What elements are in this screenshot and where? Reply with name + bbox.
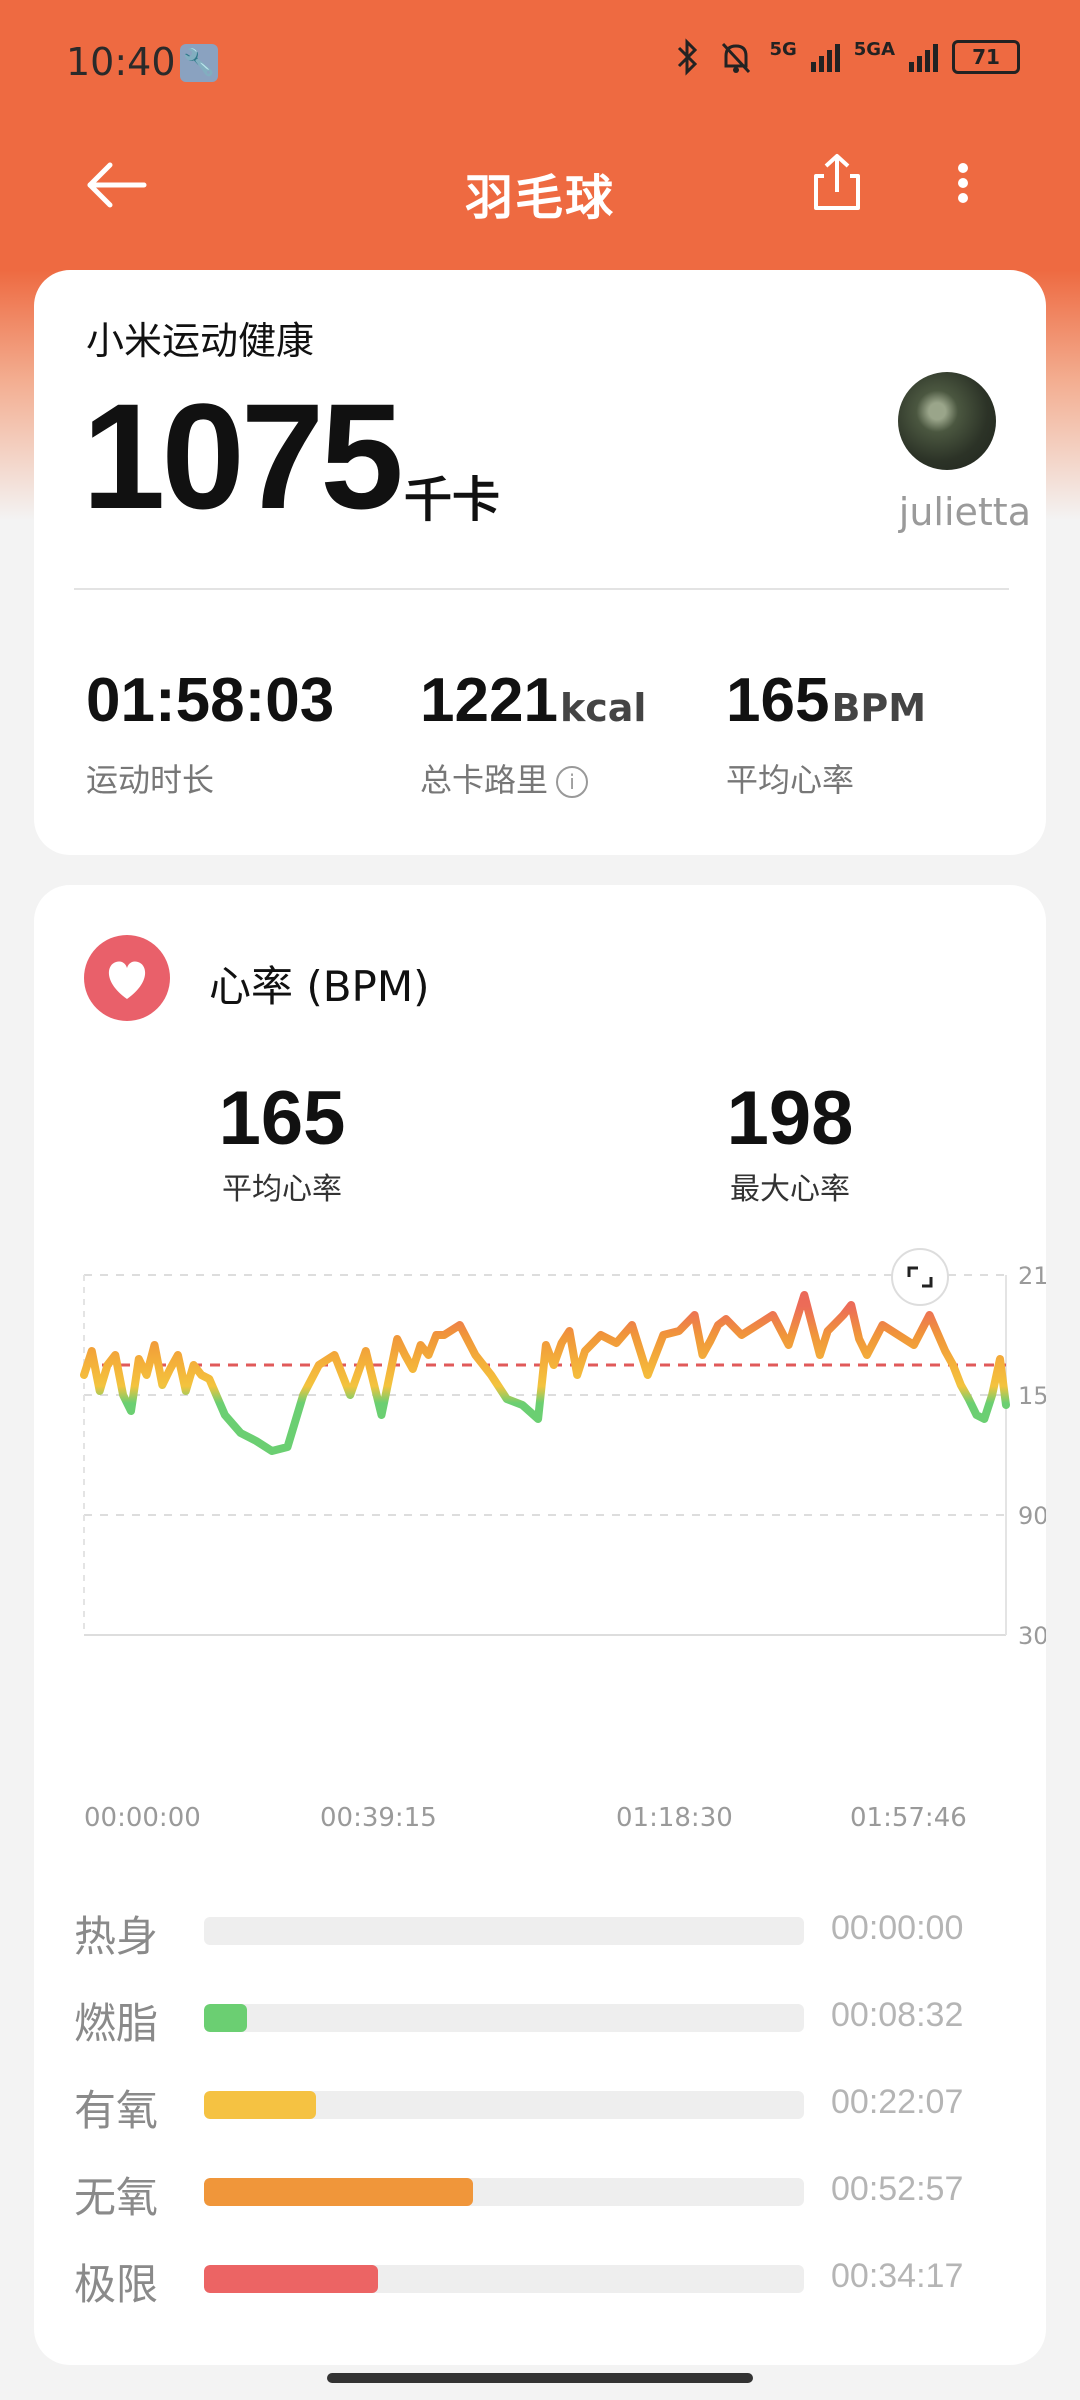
avg-heart-rate-label: 平均心率 xyxy=(222,1172,342,1207)
zone-bar-fill xyxy=(204,2004,248,2032)
zone-bar xyxy=(204,2265,804,2293)
stat-label: 运动时长 xyxy=(86,761,215,799)
stat-label: 平均心率 xyxy=(726,761,855,799)
home-indicator[interactable] xyxy=(327,2373,753,2383)
y-tick-label: 210 xyxy=(1018,1262,1046,1290)
stat-label-text: 总卡路里 xyxy=(420,761,549,799)
info-icon[interactable]: i xyxy=(556,766,589,798)
zone-bar xyxy=(204,2091,804,2119)
username: julietta xyxy=(898,490,1031,534)
heart-rate-chart[interactable]: 210 150 90 30 xyxy=(34,1235,1046,1655)
zone-time: 00:00:00 xyxy=(831,1909,964,1947)
heart-rate-card: 心率 (BPM) 165 平均心率 198 最大心率 210 150 90 30 xyxy=(34,885,1046,2365)
zone-row-extreme: 极限 00:34:17 xyxy=(34,2243,1046,2313)
wrench-icon: 🔧 xyxy=(180,44,218,82)
share-icon[interactable] xyxy=(802,148,872,218)
y-tick-label: 90 xyxy=(1018,1502,1046,1530)
zone-name: 燃脂 xyxy=(74,1999,159,2048)
x-tick-label: 01:18:30 xyxy=(616,1803,733,1833)
status-bar: 10:40 🔧 5G 5GA 71 xyxy=(0,0,1080,130)
stat-value: 1221 xyxy=(420,666,558,735)
page-title: 羽毛球 xyxy=(464,170,615,226)
max-heart-rate: 198 最大心率 xyxy=(690,1075,890,1208)
heart-rate-line xyxy=(80,1291,1010,1455)
more-vertical-icon[interactable] xyxy=(948,148,978,218)
stat-unit: kcal xyxy=(559,686,647,730)
avatar[interactable] xyxy=(898,372,996,470)
avg-heart-rate-value: 165 xyxy=(218,1076,346,1161)
summary-card: 小米运动健康 1075 千卡 julietta 01:58:03 运动时长 12… xyxy=(34,270,1046,855)
calories-value: 1075 xyxy=(82,372,404,540)
zone-bar xyxy=(204,1917,804,1945)
source-app-name: 小米运动健康 xyxy=(86,319,315,363)
section-title: 心率 (BPM) xyxy=(209,962,430,1011)
heart-icon xyxy=(84,935,170,1021)
calories-unit: 千卡 xyxy=(404,472,501,528)
zone-name: 有氧 xyxy=(74,2086,159,2135)
stat-unit: BPM xyxy=(831,686,927,730)
zone-time: 00:34:17 xyxy=(831,2257,964,2295)
zone-bar-fill xyxy=(204,2091,317,2119)
zone-bar-fill xyxy=(204,2178,474,2206)
signal-icon xyxy=(810,42,840,72)
zone-name: 热身 xyxy=(74,1912,159,1961)
zone-bar xyxy=(204,2178,804,2206)
zone-row-fat-burn: 燃脂 00:08:32 xyxy=(34,1982,1046,2052)
avg-heart-rate: 165 平均心率 xyxy=(182,1075,382,1208)
x-tick-label: 01:57:46 xyxy=(850,1803,967,1833)
bluetooth-icon xyxy=(678,38,698,76)
app-bar: 羽毛球 xyxy=(0,130,1080,250)
zone-name: 无氧 xyxy=(74,2173,159,2222)
zone-time: 00:22:07 xyxy=(831,2083,964,2121)
stat-duration: 01:58:03 运动时长 xyxy=(86,665,335,799)
stat-avg-heart-rate: 165BPM 平均心率 xyxy=(726,665,927,799)
zone-row-anaerobic: 无氧 00:52:57 xyxy=(34,2156,1046,2226)
zone-row-warmup: 热身 00:00:00 xyxy=(34,1895,1046,1965)
zone-time: 00:08:32 xyxy=(831,1996,964,2034)
x-tick-label: 00:39:15 xyxy=(320,1803,437,1833)
network-label-2: 5GA xyxy=(853,38,895,60)
status-icons: 5G 5GA 71 xyxy=(673,38,1020,76)
stat-label: 总卡路里 i xyxy=(420,755,589,801)
y-tick-label: 150 xyxy=(1018,1382,1046,1410)
divider xyxy=(74,588,1009,590)
stat-total-calories: 1221kcal 总卡路里 i xyxy=(420,665,647,799)
stat-value: 01:58:03 xyxy=(86,666,335,735)
zone-bar xyxy=(204,2004,804,2032)
x-tick-label: 00:00:00 xyxy=(84,1803,201,1833)
network-label-1: 5G xyxy=(769,38,797,60)
y-tick-label: 30 xyxy=(1018,1622,1046,1650)
zone-name: 极限 xyxy=(74,2260,159,2309)
signal-icon xyxy=(909,42,938,72)
battery-icon: 71 xyxy=(952,40,1020,74)
max-heart-rate-label: 最大心率 xyxy=(730,1172,850,1207)
expand-icon[interactable] xyxy=(891,1248,949,1306)
x-axis-labels: 00:00:00 00:39:15 01:18:30 01:57:46 xyxy=(34,1803,1046,1843)
mute-bell-icon xyxy=(722,42,751,74)
max-heart-rate-value: 198 xyxy=(726,1076,854,1161)
zone-row-aerobic: 有氧 00:22:07 xyxy=(34,2069,1046,2139)
status-time: 10:40 xyxy=(66,40,176,84)
stat-value: 165 xyxy=(726,666,830,735)
zone-time: 00:52:57 xyxy=(831,2170,964,2208)
zone-bar-fill xyxy=(204,2265,378,2293)
